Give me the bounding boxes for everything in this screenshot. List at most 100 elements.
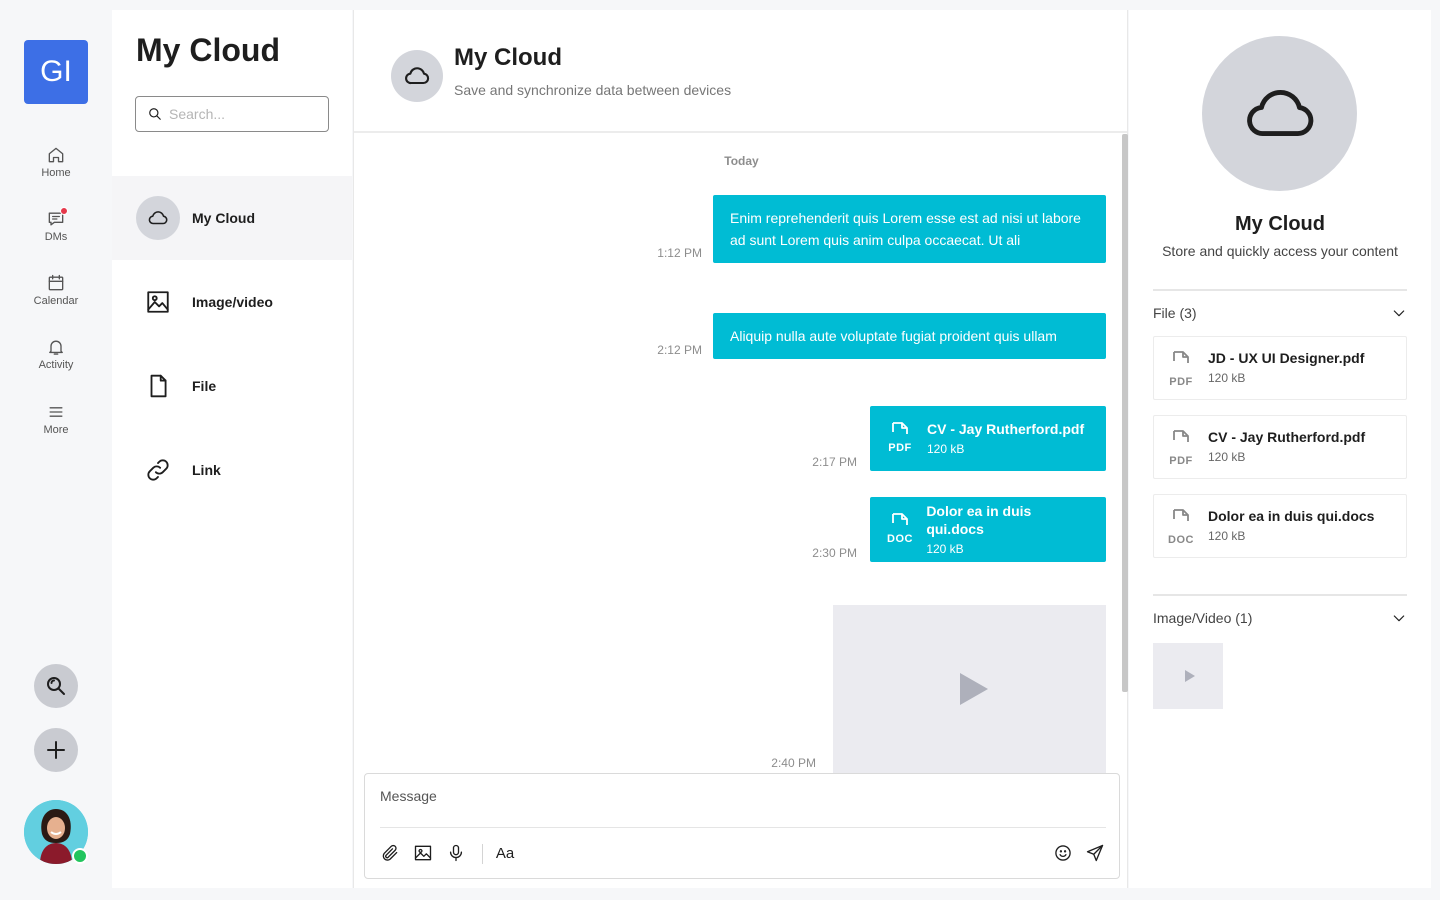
shared-file-item[interactable]: DOC Dolor ea in duis qui.docs 120 kB: [1153, 494, 1407, 558]
nav-activity-label: Activity: [38, 359, 74, 371]
new-item-button[interactable]: [34, 728, 78, 772]
shared-file-item[interactable]: PDF CV - Jay Rutherford.pdf 120 kB: [1153, 415, 1407, 479]
message-input[interactable]: [380, 788, 1080, 804]
send-icon: [1086, 844, 1104, 862]
video-message[interactable]: [833, 605, 1106, 773]
chat-area: My Cloud Save and synchronize data betwe…: [353, 10, 1128, 888]
play-icon: [1185, 670, 1195, 682]
pdf-file-icon: PDF: [1166, 350, 1196, 388]
file-message[interactable]: DOC Dolor ea in duis qui.docs 120 kB: [870, 497, 1106, 562]
cloud-icon: [1202, 36, 1357, 191]
message-time: 2:17 PM: [812, 455, 857, 469]
file-size: 120 kB: [927, 441, 965, 456]
nav-activity[interactable]: Activity: [16, 337, 96, 371]
play-icon: [959, 673, 988, 705]
link-icon: [136, 448, 180, 492]
microphone-icon: [449, 844, 463, 862]
file-icon: [136, 364, 180, 408]
message-bubble[interactable]: Enim reprehenderit quis Lorem esse est a…: [713, 195, 1106, 263]
section-divider: [1153, 289, 1407, 291]
media-section-header[interactable]: Image/Video (1): [1153, 610, 1407, 626]
send-button[interactable]: [1084, 842, 1106, 864]
chevron-down-icon: [1393, 310, 1405, 317]
search-input[interactable]: [169, 106, 319, 122]
cloud-icon: [136, 196, 180, 240]
format-text-button[interactable]: Aa: [493, 842, 517, 864]
file-name: Dolor ea in duis qui.docs: [926, 502, 1032, 537]
image-icon: [414, 845, 432, 861]
info-panel: My Cloud Store and quickly access your c…: [1129, 10, 1431, 888]
insert-image-button[interactable]: [412, 842, 434, 864]
nav-dms-label: DMs: [44, 231, 68, 243]
message-bubble[interactable]: Aliquip nulla aute voluptate fugiat proi…: [713, 313, 1106, 359]
file-size: 120 kB: [1208, 450, 1246, 464]
category-label: Link: [192, 462, 221, 478]
file-message[interactable]: PDF CV - Jay Rutherford.pdf 120 kB: [870, 406, 1106, 471]
composer-divider: [380, 827, 1106, 828]
category-label: File: [192, 378, 217, 394]
file-name: Dolor ea in duis qui.docs: [1208, 508, 1375, 524]
plus-icon: [47, 741, 65, 759]
panel-title: My Cloud: [136, 32, 280, 68]
chat-title: My Cloud: [454, 44, 562, 71]
image-icon: [136, 280, 180, 324]
file-name: JD - UX UI Designer.pdf: [1208, 350, 1365, 366]
file-name: CV - Jay Rutherford.pdf: [1208, 429, 1366, 445]
message-composer: Aa: [364, 773, 1120, 879]
message-text: Enim reprehenderit quis Lorem esse est a…: [730, 210, 1081, 248]
chat-header: My Cloud Save and synchronize data betwe…: [354, 10, 1127, 133]
section-divider: [1153, 594, 1407, 596]
search-icon: [149, 108, 161, 120]
doc-file-icon: DOC: [1166, 508, 1196, 546]
category-label: Image/video: [192, 294, 273, 310]
category-image-video[interactable]: Image/video: [112, 260, 352, 344]
category-panel: My Cloud My Cloud Image/video File Link: [112, 10, 352, 888]
attach-button[interactable]: [379, 842, 401, 864]
file-name: CV - Jay Rutherford.pdf: [927, 420, 1085, 437]
chat-scrollbar[interactable]: [1122, 134, 1128, 692]
media-thumbnail[interactable]: [1153, 643, 1223, 709]
category-link[interactable]: Link: [112, 428, 352, 512]
info-subtitle: Store and quickly access your content: [1162, 243, 1398, 259]
nav-home[interactable]: Home: [16, 145, 96, 179]
cloud-icon: [391, 50, 443, 102]
category-my-cloud[interactable]: My Cloud: [112, 176, 352, 260]
menu-icon: [46, 402, 66, 422]
voice-button[interactable]: [445, 842, 467, 864]
message-text: Aliquip nulla aute voluptate fugiat proi…: [730, 328, 1057, 344]
smiley-icon: [1055, 845, 1071, 861]
nav-more-label: More: [43, 424, 69, 436]
nav-calendar[interactable]: Calendar: [16, 273, 96, 307]
global-search-button[interactable]: [34, 664, 78, 708]
nav-dms[interactable]: DMs: [16, 207, 96, 243]
message-time: 2:40 PM: [771, 756, 816, 770]
date-divider: Today: [724, 154, 759, 168]
workspace-logo[interactable]: GI: [24, 40, 88, 104]
category-file[interactable]: File: [112, 344, 352, 428]
chevron-down-icon: [1393, 615, 1405, 622]
nav-more[interactable]: More: [16, 402, 96, 436]
pdf-file-icon: PDF: [1166, 429, 1196, 467]
search-box[interactable]: [135, 96, 329, 132]
chat-subtitle: Save and synchronize data between device…: [454, 82, 732, 98]
shared-file-item[interactable]: PDF JD - UX UI Designer.pdf 120 kB: [1153, 336, 1407, 400]
category-label: My Cloud: [192, 210, 255, 226]
file-size: 120 kB: [1208, 371, 1246, 385]
file-size: 120 kB: [926, 541, 964, 556]
files-section-header[interactable]: File (3): [1153, 305, 1407, 321]
online-status-indicator: [72, 848, 88, 864]
app-rail: GI Home DMs Calendar Activity More: [0, 0, 112, 900]
message-time: 2:12 PM: [657, 343, 702, 357]
message-time: 2:30 PM: [812, 546, 857, 560]
toolbar-separator: [482, 844, 483, 864]
nav-home-label: Home: [41, 167, 71, 179]
media-section-label: Image/Video (1): [1153, 610, 1253, 626]
info-title: My Cloud: [1235, 213, 1325, 235]
nav-calendar-label: Calendar: [33, 295, 79, 307]
user-avatar[interactable]: [24, 800, 88, 864]
calendar-icon: [46, 273, 66, 293]
file-size: 120 kB: [1208, 529, 1246, 543]
pdf-file-icon: PDF: [885, 421, 915, 457]
emoji-button[interactable]: [1052, 842, 1074, 864]
bell-icon: [46, 337, 66, 357]
